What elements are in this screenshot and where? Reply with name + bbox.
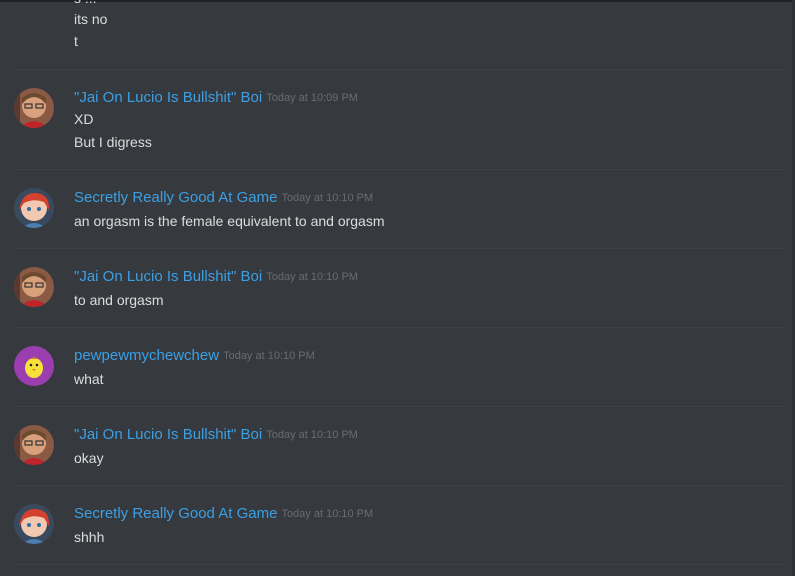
message-line: XD xyxy=(74,111,94,127)
message-divider xyxy=(14,327,784,328)
message-line: an orgasm is the female equivalent to an… xyxy=(74,213,385,229)
timestamp: Today at 10:10 PM xyxy=(223,350,315,362)
message-divider xyxy=(14,248,784,249)
top-edge xyxy=(0,0,795,2)
message-line: shhh xyxy=(74,529,105,545)
timestamp: Today at 10:10 PM xyxy=(266,429,358,441)
timestamp: Today at 10:10 PM xyxy=(266,271,358,283)
avatar-red-hair-icon[interactable] xyxy=(14,504,54,544)
message-divider xyxy=(14,69,784,70)
message-divider xyxy=(14,169,784,170)
partial-line: s ... xyxy=(74,0,97,8)
username[interactable]: pewpewmychewchew Today at 10:10 PM xyxy=(74,346,315,366)
avatar-brown-hair-icon[interactable] xyxy=(14,88,54,128)
message-divider xyxy=(14,564,784,565)
timestamp: Today at 10:10 PM xyxy=(281,192,374,204)
timestamp: Today at 10:10 PM xyxy=(281,508,374,520)
avatar-brown-hair-icon[interactable] xyxy=(14,425,54,465)
username[interactable]: Secretly Really Good At Game Today at 10:… xyxy=(74,504,373,524)
username[interactable]: "Jai On Lucio Is Bullshit" Boi Today at 1… xyxy=(74,267,358,287)
message-line: what xyxy=(74,371,104,387)
message-line: its no xyxy=(74,11,108,27)
message-divider xyxy=(14,406,784,407)
message-divider xyxy=(14,485,784,486)
avatar-red-hair-icon[interactable] xyxy=(14,188,54,228)
username[interactable]: "Jai On Lucio Is Bullshit" Boi Today at 1… xyxy=(74,425,358,445)
message-line: okay xyxy=(74,450,104,466)
timestamp: Today at 10:09 PM xyxy=(266,92,358,104)
message-line: t xyxy=(74,33,78,49)
avatar-purple-chick-icon[interactable] xyxy=(14,346,54,386)
username[interactable]: Secretly Really Good At Game Today at 10:… xyxy=(74,188,373,208)
message-line: to and orgasm xyxy=(74,292,164,308)
username[interactable]: "Jai On Lucio Is Bullshit" Boi Today at 1… xyxy=(74,88,358,108)
avatar-brown-hair-icon[interactable] xyxy=(14,267,54,307)
message-line: But I digress xyxy=(74,134,152,150)
